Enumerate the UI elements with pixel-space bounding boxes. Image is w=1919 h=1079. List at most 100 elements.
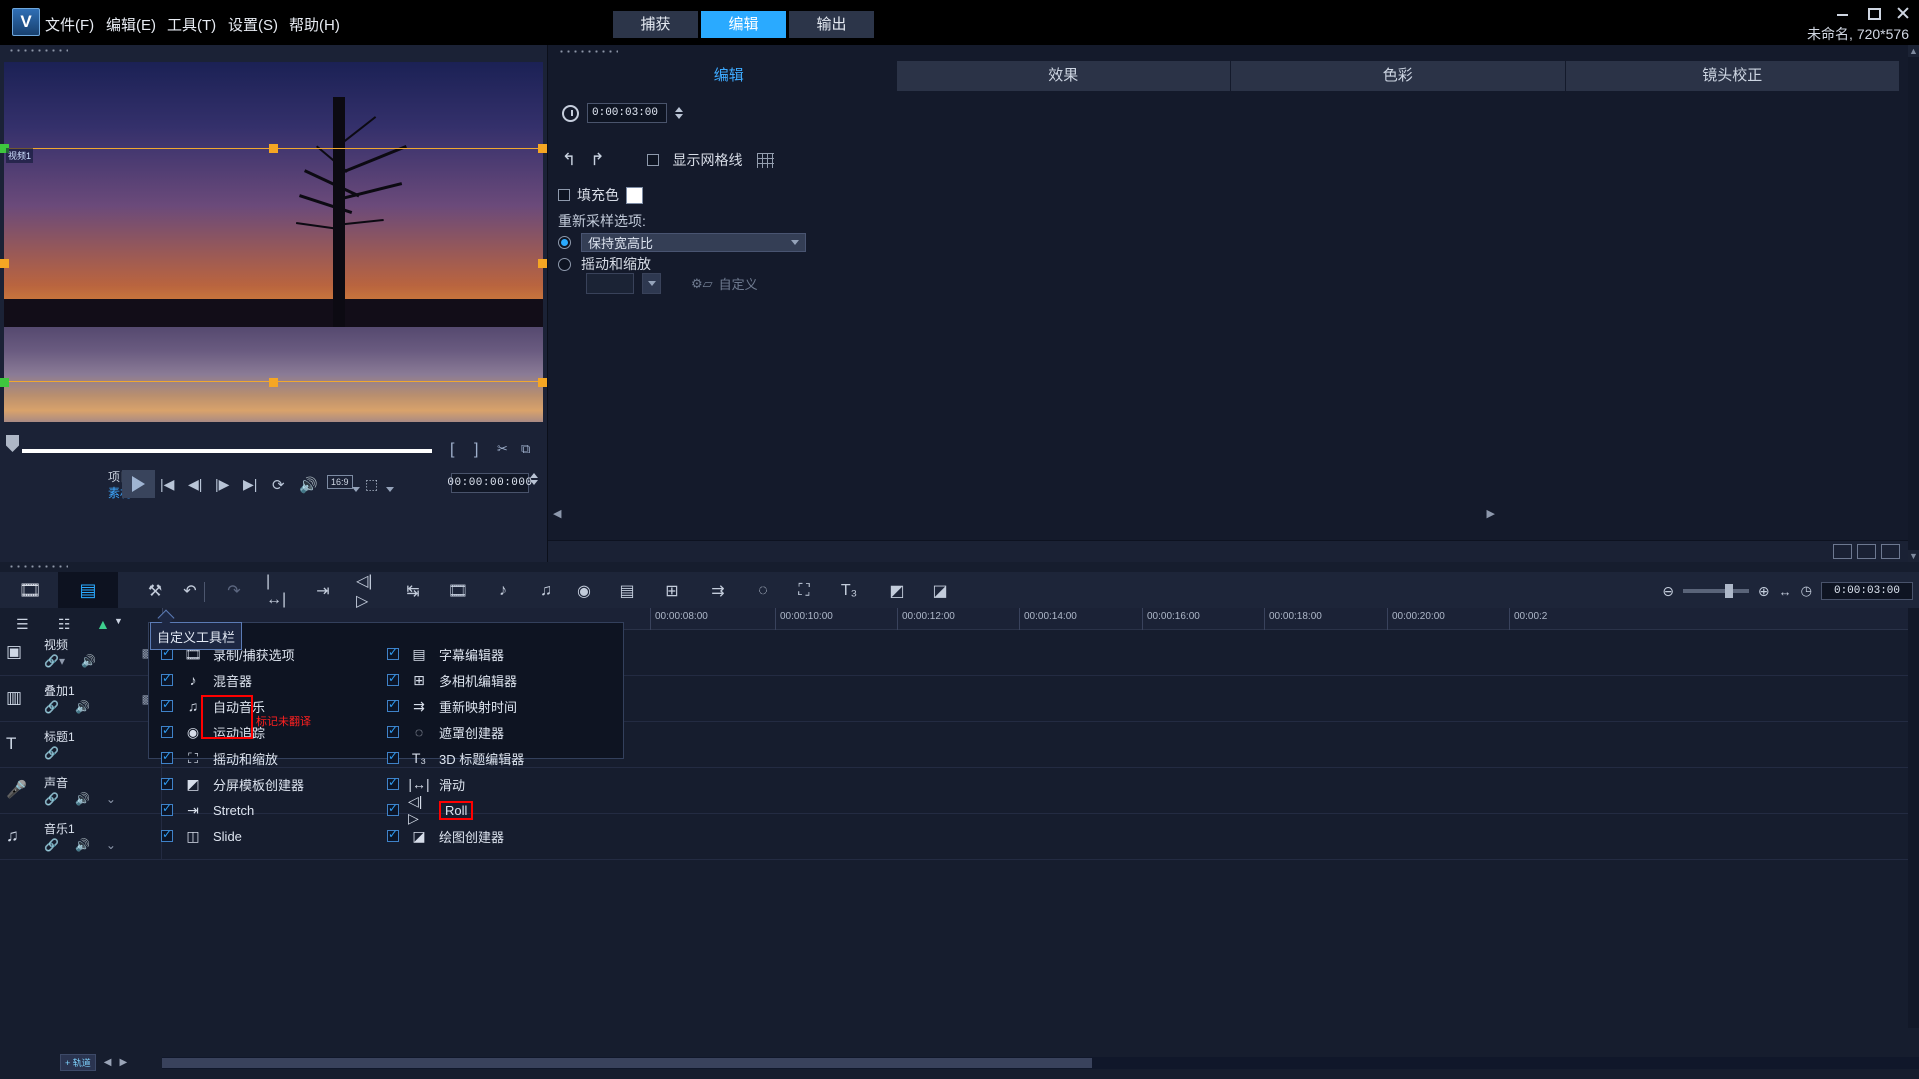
menu-settings[interactable]: 设置(S) bbox=[228, 14, 278, 35]
list-item[interactable]: ⇥ Stretch bbox=[153, 797, 383, 823]
auto-music-button[interactable]: ♫ bbox=[534, 580, 558, 602]
customize-pan-zoom-button[interactable]: ⚙▱ 自定义 bbox=[691, 274, 758, 293]
volume-icon[interactable]: 🔊 bbox=[75, 838, 90, 852]
next-frame-icon[interactable]: |▶ bbox=[215, 476, 229, 493]
track-header[interactable]: ▥ 叠加1 🔗 🔊 ▩ bbox=[0, 676, 162, 722]
menu-help[interactable]: 帮助(H) bbox=[289, 14, 340, 35]
add-track-button[interactable]: + 轨道 bbox=[60, 1054, 96, 1071]
item-checkbox[interactable] bbox=[387, 775, 399, 790]
item-checkbox[interactable] bbox=[161, 801, 173, 816]
rotate-right-icon[interactable]: ↱ bbox=[590, 150, 604, 170]
fx-icon[interactable]: 🔗 bbox=[44, 746, 59, 760]
resize-handle-ml[interactable] bbox=[0, 259, 9, 268]
multicam-editor-button[interactable]: ⊞ bbox=[660, 580, 684, 602]
item-checkbox[interactable] bbox=[161, 775, 173, 790]
resize-handle-mr[interactable] bbox=[538, 259, 547, 268]
time-remapping-button[interactable]: ⇉ bbox=[706, 580, 730, 602]
item-checkbox[interactable] bbox=[161, 827, 173, 842]
spinner-up-icon[interactable] bbox=[675, 107, 683, 112]
minimize-icon[interactable] bbox=[1835, 6, 1851, 20]
item-checkbox[interactable] bbox=[387, 671, 399, 686]
scroll-right-icon[interactable]: ▶ bbox=[119, 1057, 127, 1068]
spinner-up-icon[interactable] bbox=[530, 473, 538, 478]
item-checkbox[interactable] bbox=[161, 749, 173, 764]
play-button[interactable] bbox=[122, 470, 155, 498]
3d-title-editor-button[interactable]: T₃ bbox=[837, 580, 861, 602]
volume-icon[interactable]: 🔊 bbox=[299, 476, 318, 494]
item-checkbox[interactable] bbox=[387, 723, 399, 738]
jump-to-end-icon[interactable]: ▶| bbox=[243, 476, 257, 493]
fx-icon[interactable]: 🔗 bbox=[44, 700, 59, 714]
scroll-left-icon[interactable]: ◀ bbox=[104, 1057, 112, 1068]
track-header[interactable]: 🎤 声音 🔗 🔊 ⌄ bbox=[0, 768, 162, 814]
duration-spinner[interactable] bbox=[675, 107, 683, 119]
options-scroll-right-icon[interactable]: ▶ bbox=[1487, 507, 1495, 520]
show-grid-checkbox[interactable] bbox=[646, 154, 659, 166]
zoom-in-icon[interactable]: ⊕ bbox=[1758, 583, 1770, 600]
storyboard-view-button[interactable]: 🎞 bbox=[0, 572, 60, 608]
pan-and-zoom-button[interactable]: ⛶ bbox=[792, 580, 816, 602]
list-item[interactable]: ◁|▷ Roll bbox=[379, 793, 609, 826]
resample-select[interactable]: 保持宽高比 bbox=[581, 233, 806, 252]
close-icon[interactable] bbox=[1895, 6, 1911, 20]
volume-icon[interactable]: 🔊 bbox=[75, 792, 90, 806]
item-checkbox[interactable] bbox=[161, 697, 173, 712]
track-header[interactable]: T 标题1 🔗 bbox=[0, 722, 162, 768]
list-item[interactable]: ♪ 混音器 bbox=[153, 667, 383, 693]
undo-button[interactable]: ↶ bbox=[178, 580, 202, 602]
list-item[interactable]: ◩ 分屏模板创建器 bbox=[153, 771, 383, 797]
fit-to-window-icon[interactable]: ↔ bbox=[1779, 584, 1792, 599]
item-checkbox[interactable] bbox=[161, 671, 173, 686]
item-checkbox[interactable] bbox=[161, 723, 173, 738]
tab-options-color[interactable]: 色彩 bbox=[1231, 61, 1566, 91]
spinner-down-icon[interactable] bbox=[675, 114, 683, 119]
menu-file[interactable]: 文件(F) bbox=[45, 14, 94, 35]
menu-tools[interactable]: 工具(T) bbox=[167, 14, 216, 35]
pan-zoom-preset-combo[interactable] bbox=[586, 273, 634, 294]
tab-share[interactable]: 输出 bbox=[789, 11, 874, 38]
enlarge-preview-icon[interactable]: ⬚ bbox=[365, 476, 378, 493]
list-item[interactable]: ◌ 遮罩创建器 bbox=[379, 719, 609, 745]
tab-options-effect[interactable]: 效果 bbox=[896, 61, 1231, 91]
resize-handle-tc[interactable] bbox=[269, 144, 278, 153]
item-checkbox[interactable] bbox=[387, 645, 399, 660]
scrollbar-thumb[interactable] bbox=[162, 1058, 1092, 1068]
restore-icon[interactable] bbox=[1865, 6, 1881, 20]
options-scrollbar[interactable]: ▲ ▼ bbox=[1908, 45, 1919, 562]
chevron-down-icon[interactable]: ⌄ bbox=[106, 838, 116, 852]
preview-mode-dropdown-icon[interactable] bbox=[386, 479, 394, 495]
marker-dropdown-icon[interactable]: ▼ bbox=[114, 616, 123, 626]
tab-options-edit[interactable]: 编辑 bbox=[562, 61, 897, 91]
clip-selection-rectangle[interactable] bbox=[0, 144, 547, 387]
menu-edit[interactable]: 编辑(E) bbox=[106, 14, 156, 35]
fx-icon[interactable]: 🔗 bbox=[44, 792, 59, 806]
spinner-down-icon[interactable] bbox=[530, 480, 538, 485]
list-item[interactable]: ⛶ 摇动和缩放 bbox=[153, 745, 383, 771]
grid-settings-icon[interactable] bbox=[756, 152, 774, 168]
redo-button[interactable]: ↷ bbox=[222, 580, 246, 602]
painting-creator-button[interactable]: ◪ bbox=[928, 580, 952, 602]
loop-icon[interactable]: ⟳ bbox=[272, 476, 285, 494]
timeline-grip[interactable] bbox=[8, 564, 68, 569]
list-item[interactable]: ⇉ 重新映射时间 bbox=[379, 693, 609, 719]
resample-keep-aspect-radio[interactable] bbox=[558, 236, 571, 249]
fx-icon[interactable]: 🔗 bbox=[44, 838, 59, 852]
clock-icon[interactable]: ◷ bbox=[1801, 583, 1812, 599]
preview-timecode-spinner[interactable] bbox=[530, 473, 538, 485]
previous-frame-icon[interactable]: ◀| bbox=[188, 476, 202, 493]
item-checkbox[interactable] bbox=[387, 697, 399, 712]
jump-to-start-icon[interactable]: |◀ bbox=[160, 476, 174, 493]
pan-zoom-radio[interactable] bbox=[558, 257, 571, 271]
scroll-up-icon[interactable]: ▲ bbox=[1908, 45, 1919, 57]
volume-icon[interactable]: 🔊 bbox=[81, 654, 96, 668]
sound-mixer-button[interactable]: ♪ bbox=[491, 580, 515, 602]
stretch-tool-button[interactable]: ⇥ bbox=[311, 580, 335, 602]
tab-edit[interactable]: 编辑 bbox=[701, 11, 786, 38]
record-capture-button[interactable]: 🎞 bbox=[446, 580, 470, 602]
preview-timecode[interactable]: 00:00:00:000 bbox=[447, 473, 532, 493]
roll-tool-button[interactable]: ◁|▷ bbox=[356, 573, 380, 610]
fill-color-checkbox[interactable] bbox=[558, 189, 570, 201]
track-header[interactable]: ▣ 视频 🔗▾ 🔊 ▩ bbox=[0, 630, 162, 676]
list-item[interactable]: ◫ Slide bbox=[153, 823, 383, 849]
chevron-down-icon[interactable]: ⌄ bbox=[106, 792, 116, 806]
